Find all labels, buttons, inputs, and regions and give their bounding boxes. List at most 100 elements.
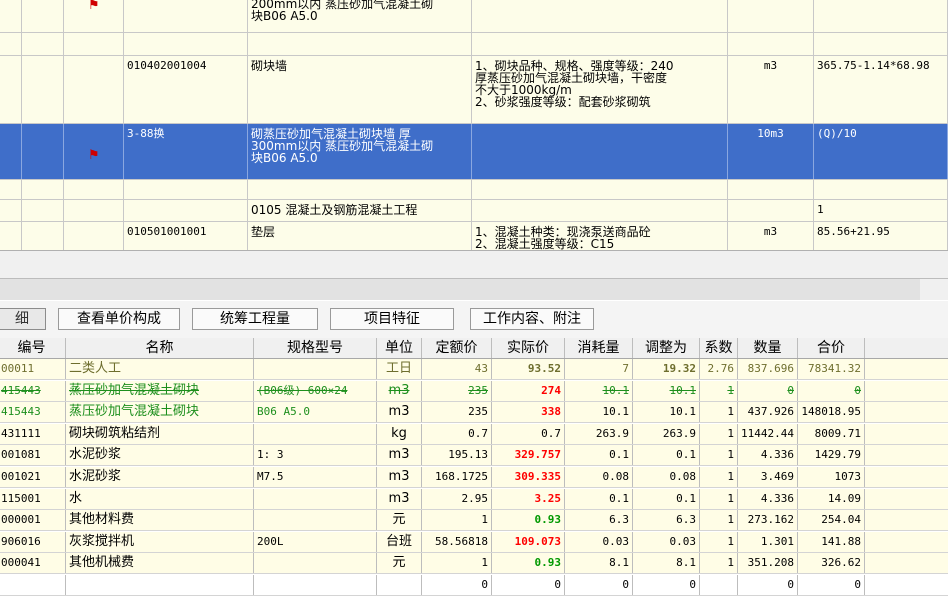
quota-row[interactable]: 010501001001 垫层 1、混凝土种类：现浇泵送商品砼 2、混凝土强度等级：… [0,222,948,250]
cell-total[interactable]: 1429.79 [798,445,865,466]
cell-qty[interactable]: 3.469 [738,467,798,487]
cell-adjust[interactable]: 0.03 [633,531,700,552]
cell-actual[interactable]: 0.93 [492,510,565,531]
horizontal-scroll-area[interactable] [0,250,948,279]
cell-unit[interactable]: m3 [377,402,422,423]
cell-unit[interactable]: m3 [377,380,422,401]
cell-total[interactable]: 0 [798,575,865,595]
cell-code[interactable]: 000041 [0,553,66,574]
tab-quantity-planning[interactable]: 统筹工程量 [192,308,318,330]
column-header-base[interactable]: 定额价 [422,338,492,358]
cell-total[interactable]: 148018.95 [798,402,865,423]
cell-base[interactable]: 43 [422,359,492,379]
cell-name[interactable]: 其他机械费 [66,553,254,574]
cell-qty[interactable]: 1.301 [738,531,798,552]
cell-coef[interactable]: 1 [700,553,738,574]
resource-row[interactable]: 906016 灰浆搅拌机 200L 台班 58.56818 109.073 0.03 0.03… [0,531,948,553]
cell-base[interactable]: 0 [422,575,492,595]
cell-unit[interactable]: 台班 [377,531,422,552]
cell-consume[interactable]: 0.08 [565,467,633,487]
cell-actual[interactable]: 93.52 [492,359,565,379]
cell-qty[interactable]: 273.162 [738,510,798,531]
cell-spec[interactable]: B06 A5.0 [254,402,377,423]
tab-unit-price-composition[interactable]: 查看单价构成 [58,308,180,330]
cell-name[interactable]: 砌块砌筑粘结剂 [66,423,254,444]
cell-unit[interactable] [377,575,422,595]
cell-code[interactable]: 00011 [0,359,66,379]
cell-total[interactable]: 141.88 [798,531,865,552]
cell-actual[interactable]: 309.335 [492,467,565,487]
cell-adjust[interactable]: 0.08 [633,467,700,487]
cell-coef[interactable]: 1 [700,467,738,487]
cell-consume[interactable]: 0.03 [565,531,633,552]
resource-row[interactable]: 000041 其他机械费元 1 0.93 8.1 8.1 1 351.208 326.62 [0,553,948,575]
cell-base[interactable]: 1 [422,510,492,531]
resource-row[interactable]: 115001 水 m3 2.95 3.25 0.1 0.1 1 4.336 14.09 [0,488,948,510]
quota-row[interactable]: 0105 混凝土及钢筋混凝土工程 1 [0,200,948,222]
cell-base[interactable]: 235 [422,402,492,423]
cell-consume[interactable]: 0.1 [565,488,633,509]
cell-qty[interactable]: 0 [738,575,798,595]
cell-qty[interactable]: 351.208 [738,553,798,574]
cell-qty[interactable]: 437.926 [738,402,798,423]
column-header-total[interactable]: 合价 [798,338,865,358]
tab-detail[interactable]: 细 [0,308,46,330]
cell-adjust[interactable]: 0.1 [633,488,700,509]
cell-coef[interactable]: 1 [700,510,738,531]
cell-coef[interactable]: 1 [700,445,738,466]
cell-adjust[interactable]: 0 [633,575,700,595]
cell-actual[interactable]: 274 [492,380,565,401]
cell-consume[interactable]: 0 [565,575,633,595]
cell-adjust[interactable]: 19.32 [633,359,700,379]
cell-total[interactable]: 1073 [798,467,865,487]
cell-name[interactable]: 蒸压砂加气混凝土砌块 [66,402,254,423]
cell-name[interactable]: 水 [66,488,254,509]
resource-row[interactable]: 000000 [0,575,948,596]
cell-actual[interactable]: 329.757 [492,445,565,466]
cell-spec[interactable]: 200L [254,531,377,552]
cell-spec[interactable] [254,488,377,509]
column-header-coef[interactable]: 系数 [700,338,738,358]
column-header-spec[interactable]: 规格型号 [254,338,377,358]
cell-qty[interactable]: 4.336 [738,488,798,509]
quota-row[interactable] [0,180,948,200]
cell-qty[interactable]: 837.696 [738,359,798,379]
cell-adjust[interactable]: 263.9 [633,423,700,444]
cell-unit[interactable]: 元 [377,510,422,531]
resource-row[interactable]: 00011 二类人工 工日 43 93.52 7 19.32 2.76 837.696 78341… [0,359,948,380]
cell-code[interactable]: 431111 [0,423,66,444]
cell-name[interactable]: 灰浆搅拌机 [66,531,254,552]
cell-base[interactable]: 168.1725 [422,467,492,487]
cell-name[interactable]: 蒸压砂加气混凝土砌块 [66,380,254,401]
column-header-name[interactable]: 名称 [66,338,254,358]
cell-base[interactable]: 0.7 [422,423,492,444]
quota-row[interactable]: 010402001004 砌块墙 1、砌块品种、规格、强度等级：240 厚蒸压砂加气… [0,56,948,124]
cell-base[interactable]: 235 [422,380,492,401]
cell-consume[interactable]: 263.9 [565,423,633,444]
quota-row[interactable]: ⚑ 200mm以内 蒸压砂加气混凝土砌 块B06 A5.0 [0,0,948,33]
cell-name[interactable] [66,575,254,595]
cell-total[interactable]: 8009.71 [798,423,865,444]
cell-actual[interactable]: 3.25 [492,488,565,509]
cell-consume[interactable]: 8.1 [565,553,633,574]
cell-qty[interactable]: 4.336 [738,445,798,466]
cell-adjust[interactable]: 10.1 [633,402,700,423]
resource-row[interactable]: 431111 砌块砌筑粘结剂 kg 0.7 0.7 263.9 263.9 1 11442.44… [0,423,948,445]
column-header-consume[interactable]: 消耗量 [565,338,633,358]
cell-total[interactable]: 0 [798,380,865,401]
cell-name[interactable]: 其他材料费 [66,510,254,531]
cell-name[interactable]: 水泥砂浆 [66,467,254,487]
cell-unit[interactable]: m3 [377,467,422,487]
quota-row-selected[interactable]: ⚑ 3-88换 砌蒸压砂加气混凝土砌块墙 厚 300mm以内 蒸压砂加气混凝土砌 块… [0,124,948,180]
cell-coef[interactable]: 1 [700,402,738,423]
cell-code[interactable]: 115001 [0,488,66,509]
cell-name[interactable]: 二类人工 [66,359,254,379]
cell-spec[interactable] [254,510,377,531]
cell-base[interactable]: 195.13 [422,445,492,466]
cell-coef[interactable]: 2.76 [700,359,738,379]
cell-consume[interactable]: 0.1 [565,445,633,466]
panel-splitter[interactable] [0,278,920,301]
cell-actual[interactable]: 0 [492,575,565,595]
resource-row[interactable]: 000001 其他材料费元 1 0.93 6.3 6.3 1 273.162 254.04 [0,510,948,532]
cell-coef[interactable]: 1 [700,380,738,401]
